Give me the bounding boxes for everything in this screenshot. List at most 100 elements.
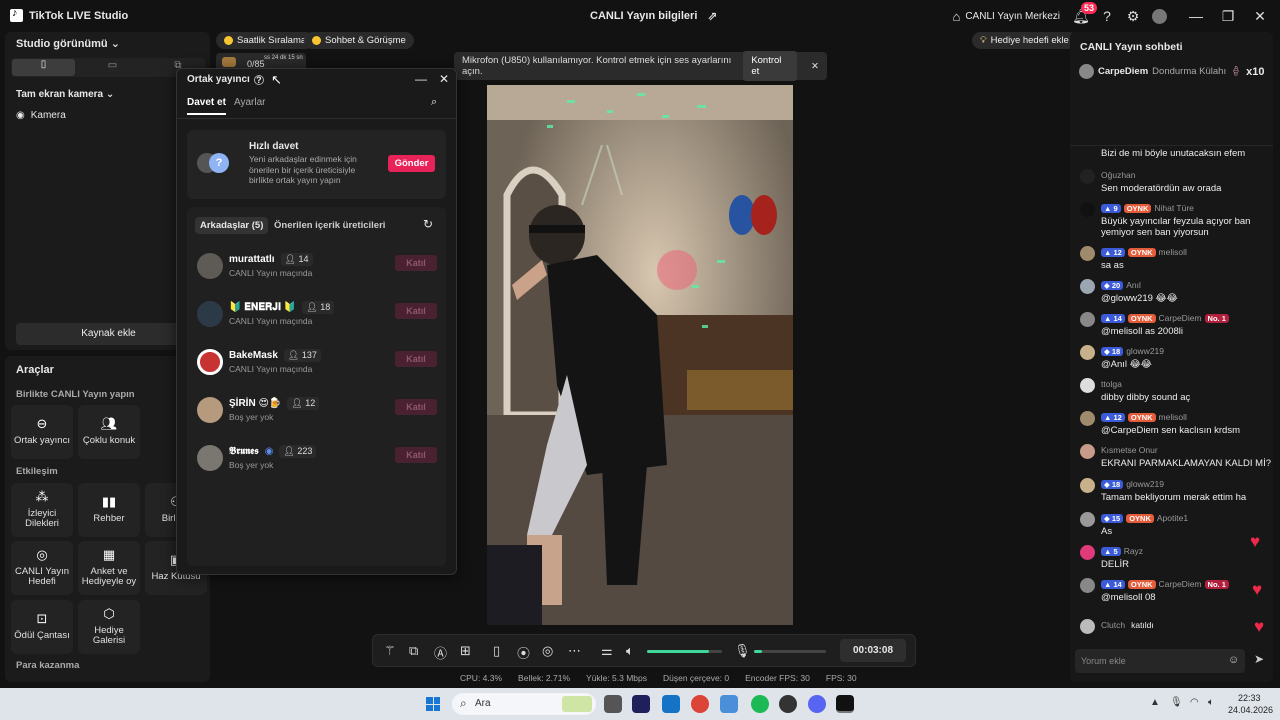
studio-view-dropdown[interactable]: Studio görünümü ⌄ [16, 37, 120, 50]
emoji-icon[interactable]: ☺ [1228, 654, 1239, 666]
team-badge: OYNK [1126, 513, 1154, 523]
send-invite-button[interactable]: Gönder [388, 155, 435, 172]
cohost-tool[interactable]: ⊖ Ortak yayıncı [11, 405, 73, 459]
file-manager-icon[interactable] [604, 695, 622, 713]
close-toast-icon[interactable]: ✕ [811, 61, 819, 72]
maximize-button[interactable]: ❐ [1212, 8, 1244, 25]
portrait-button[interactable]: ▯ [12, 59, 75, 76]
tray-wifi-icon[interactable]: ◠ [1190, 697, 1199, 708]
chat-message-text: sa as [1101, 260, 1124, 271]
multi-guest-label: Çoklu konuk [82, 435, 136, 446]
mixer-icon[interactable]: ⚌ [601, 643, 613, 659]
network-app-icon[interactable] [720, 695, 738, 713]
close-dialog-icon[interactable]: ✕ [439, 72, 449, 86]
level-badge: ▲ 12 [1101, 412, 1125, 422]
tab-friends[interactable]: Arkadaşlar (5) [195, 217, 269, 234]
mic-volume-slider[interactable] [754, 650, 826, 653]
tray-volume-icon[interactable]: 🔈︎ [1208, 697, 1214, 708]
level-value: 12 [1113, 247, 1122, 257]
chat-meet-pill[interactable]: Sohbet & Görüşme [304, 32, 414, 49]
notification-bell-icon[interactable]: 🔔︎ 53 [1068, 2, 1097, 29]
send-icon[interactable]: ➤ [1254, 652, 1264, 666]
reward-bag-tool[interactable]: ⊡ Ödül Çantası [11, 600, 73, 654]
share-icon[interactable]: ⇗ [707, 9, 717, 23]
ice-cream-icon: 🍦︎ [1230, 66, 1243, 77]
chat-username: gloww219 [1126, 479, 1165, 489]
check-button[interactable]: Kontrol et [743, 51, 798, 81]
more-icon[interactable]: ⋯ [568, 643, 581, 659]
help-icon[interactable]: ? [1094, 3, 1120, 29]
obs-icon[interactable] [779, 695, 797, 713]
join-button[interactable]: Katıl [395, 447, 437, 463]
minimize-dialog-icon[interactable]: — [415, 72, 427, 86]
poll-icon: ▦ [102, 546, 116, 562]
chat-username: melisoll [1158, 247, 1187, 257]
chat-username: Anıl [1126, 280, 1141, 290]
microphone-icon[interactable]: 🎙︎ [734, 643, 751, 659]
heart-icon: ♥ [1254, 617, 1265, 636]
after-effects-icon[interactable] [632, 695, 650, 713]
cohost-tool-label: Ortak yayıncı [14, 435, 70, 446]
join-button[interactable]: Katıl [395, 351, 437, 367]
chat-message-text: @melisoll 08 [1101, 592, 1156, 603]
camera-source[interactable]: ◉ Kamera [16, 110, 66, 121]
magic-wand-icon[interactable]: ⚚ [384, 643, 396, 659]
level-value: 18 [1111, 479, 1121, 489]
live-goal-tool[interactable]: ◎ CANLI Yayın Hedefi [11, 541, 73, 595]
settings-gear-icon[interactable]: ⚙ [1120, 3, 1146, 29]
join-button[interactable]: Katıl [395, 255, 437, 271]
search-icon[interactable]: ⌕ [431, 96, 437, 109]
spotify-icon[interactable] [751, 695, 769, 713]
layout-icon[interactable]: ⧉ [409, 643, 418, 659]
help-icon[interactable]: ? [253, 74, 264, 85]
profile-avatar[interactable] [1146, 3, 1172, 29]
refresh-icon[interactable]: ↻ [423, 217, 433, 231]
gift-gallery-tool[interactable]: ⬡ Hediye Galerisi [78, 600, 140, 654]
poll-tool[interactable]: ▦ Anket ve Hediyeyle oy [78, 541, 140, 595]
join-button[interactable]: Katıl [395, 303, 437, 319]
tray-chevron-icon[interactable]: ▲ [1150, 697, 1160, 708]
phone-icon[interactable]: ▯ [493, 643, 500, 659]
taskbar-search[interactable]: ⌕ Ara [452, 693, 596, 715]
media-icon[interactable]: ⊞ [460, 643, 471, 659]
landscape-button[interactable]: ▭ [81, 60, 144, 71]
tab-settings[interactable]: Ayarlar [234, 97, 266, 108]
discord-icon[interactable] [808, 695, 826, 713]
speaker-icon[interactable]: 🔈︎ [626, 643, 634, 659]
join-button[interactable]: Katıl [395, 399, 437, 415]
live-info-link[interactable]: CANLI Yayın bilgileri ⇗ [590, 9, 717, 23]
comment-input[interactable]: Yorum ekle ☺ [1075, 649, 1245, 673]
tray-mic-icon[interactable]: 🎙︎ [1170, 697, 1183, 708]
ai-icon[interactable]: Ⓐ [434, 643, 447, 662]
minimize-button[interactable]: — [1180, 8, 1212, 24]
add-source-button[interactable]: Kaynak ekle [16, 323, 201, 345]
guide-tool[interactable]: ▮▮ Rehber [78, 483, 140, 537]
multi-guest-tool[interactable]: 👥︎ Çoklu konuk [78, 405, 140, 459]
video-preview[interactable] [487, 85, 793, 625]
outlook-icon[interactable] [662, 695, 680, 713]
friend-row: ŞİRİN 😍🍺 👤︎ 12 Boş yer yok Katıl [197, 396, 437, 426]
gift-goal-pill[interactable]: 💡︎ Hediye hedefi ekle [972, 32, 1077, 49]
fullscreen-camera-label: Tam ekran kamera [16, 89, 104, 100]
hourly-ranking-pill[interactable]: Saatlik Sıralama [216, 32, 315, 49]
speaker-volume-slider[interactable] [647, 650, 722, 653]
chrome-icon[interactable] [691, 695, 709, 713]
live-center-button[interactable]: ⌂ CANLI Yayın Merkezi [952, 9, 1060, 24]
windows-start-icon[interactable] [426, 697, 440, 711]
record-icon[interactable]: ⦿ [517, 643, 530, 662]
bag-icon: ⊡ [36, 611, 48, 627]
clock-time[interactable]: 22:33 [1238, 693, 1261, 703]
capture-icon[interactable]: ◎ [542, 643, 553, 659]
friend-status: CANLI Yayın maçında [229, 316, 313, 326]
clock-date[interactable]: 24.04.2026 [1228, 705, 1273, 715]
hourly-ranking-label: Saatlik Sıralama [237, 35, 307, 46]
viewer-requests-tool[interactable]: ⁂ İzleyici Dilekleri [11, 483, 73, 537]
tab-invite[interactable]: Davet et [187, 97, 226, 115]
tiktok-taskbar-icon[interactable] [836, 695, 854, 713]
home-icon: ⌂ [952, 8, 961, 24]
close-window-button[interactable]: ✕ [1244, 8, 1276, 25]
tab-suggested-creators[interactable]: Önerilen içerik üreticileri [274, 220, 385, 231]
fullscreen-camera-dropdown[interactable]: Tam ekran kamera ⌄ [16, 89, 114, 100]
chat-user: ▲ 14 OYNK CarpeDiem No. 1 [1101, 579, 1229, 589]
live-goal-label: CANLI Yayın Hedefi [14, 565, 70, 588]
